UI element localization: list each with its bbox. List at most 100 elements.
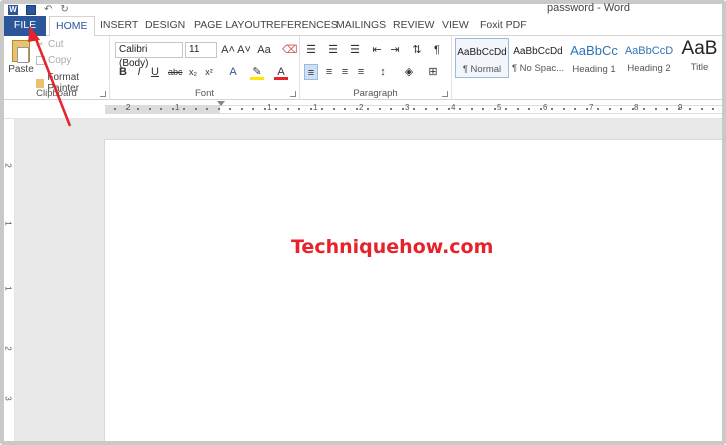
ruler-tick [562, 108, 565, 110]
save-icon[interactable] [26, 5, 36, 15]
font-name-box[interactable]: Calibri (Body) [115, 42, 183, 69]
ruler-tick [206, 108, 208, 110]
clipboard-group: Paste ✂ Cut Copy Format Painter Clipboar… [4, 36, 110, 100]
increase-indent-icon[interactable]: ⇥ [388, 42, 402, 58]
align-right-icon[interactable]: ≡ [338, 64, 352, 80]
clipboard-launcher-icon[interactable] [100, 91, 106, 97]
clipboard-icon [12, 40, 30, 63]
tab-review[interactable]: REVIEW [387, 16, 440, 36]
ruler-tick [309, 108, 312, 110]
vertical-ruler[interactable]: 2 1 1 2 3 [4, 119, 15, 441]
ruler-tick [171, 108, 174, 110]
borders-icon[interactable]: ⊞ [426, 64, 440, 80]
ruler-number: 5 [497, 103, 502, 112]
style-heading-2[interactable]: AaBbCcD Heading 2 [622, 38, 676, 78]
font-size-box[interactable]: 11 [185, 42, 217, 58]
ruler-tick [355, 108, 358, 110]
bold-icon[interactable]: B [116, 64, 130, 80]
indent-marker[interactable] [217, 101, 225, 106]
ruler-tick [263, 108, 266, 110]
tab-mailings[interactable]: MAILINGS [330, 16, 392, 36]
ruler-tick [413, 108, 415, 110]
tab-file[interactable]: FILE [4, 16, 46, 36]
ruler-tick [574, 108, 576, 110]
format-painter-icon [36, 78, 45, 88]
sort-icon[interactable]: ⇅ [410, 42, 424, 58]
style-name: ¶ No Spac... [511, 63, 565, 74]
ruler-tick [470, 108, 473, 110]
align-center-icon[interactable]: ≡ [322, 64, 336, 80]
ruler-tick [482, 108, 484, 110]
ruler-tick [700, 108, 703, 110]
change-case-icon[interactable]: Aa [257, 42, 271, 58]
horizontal-ruler[interactable]: 211123456789 [4, 101, 722, 119]
ruler-tick [401, 108, 404, 110]
ruler-tick [240, 108, 243, 110]
cut-button[interactable]: ✂ Cut [36, 39, 64, 50]
text-effects-icon[interactable]: A [226, 64, 240, 80]
show-formatting-icon[interactable]: ¶ [430, 42, 444, 58]
document-page[interactable]: Techniquehow.com [104, 139, 722, 441]
style-preview: AaBbCcD [624, 45, 674, 57]
shading-icon[interactable]: ◈ [402, 64, 416, 80]
ruler-number: 1 [313, 103, 318, 112]
align-left-icon[interactable]: ≡ [304, 64, 318, 80]
ruler-tick [712, 108, 714, 110]
superscript-icon[interactable]: x² [202, 64, 216, 80]
ruler-tick [125, 108, 128, 110]
grow-font-icon[interactable]: A˄ [221, 42, 235, 58]
decrease-indent-icon[interactable]: ⇤ [370, 42, 384, 58]
window-title: password - Word [547, 2, 630, 14]
paste-label: Paste [8, 64, 34, 75]
ruler-tick [516, 108, 519, 110]
ruler-tick [367, 108, 369, 110]
tab-insert[interactable]: INSERT [94, 16, 144, 36]
tab-view[interactable]: VIEW [436, 16, 475, 36]
vertical-ruler-number: 2 [3, 163, 13, 168]
style-preview: AaB [681, 38, 718, 59]
style-normal[interactable]: AaBbCcDd ¶ Normal [455, 38, 509, 78]
strikethrough-icon[interactable]: abc [168, 64, 183, 80]
tab-home[interactable]: HOME [49, 16, 95, 37]
underline-icon[interactable]: U [148, 64, 162, 80]
redo-icon[interactable]: ↻ [60, 5, 68, 15]
copy-label: Copy [48, 55, 72, 66]
font-launcher-icon[interactable] [290, 91, 296, 97]
clear-formatting-icon[interactable]: ⌫ [282, 42, 298, 58]
numbering-icon[interactable]: ☰ [326, 42, 340, 58]
paste-button[interactable]: Paste [8, 40, 34, 75]
undo-icon[interactable]: ↶ [44, 5, 52, 15]
shrink-font-icon[interactable]: A˅ [237, 42, 251, 58]
copy-button[interactable]: Copy [36, 55, 71, 66]
ribbon: Paste ✂ Cut Copy Format Painter Clipboar… [4, 36, 722, 100]
styles-gallery: AaBbCcDd ¶ Normal AaBbCcDd ¶ No Spac... … [455, 38, 722, 80]
tab-design[interactable]: DESIGN [139, 16, 191, 36]
ruler-tick [378, 108, 381, 110]
ruler-number: 1 [267, 103, 272, 112]
style-heading-1[interactable]: AaBbCc Heading 1 [567, 38, 621, 78]
font-color-icon[interactable]: A [274, 64, 288, 80]
style-name: Heading 2 [627, 63, 671, 74]
ruler-tick [436, 108, 438, 110]
vertical-ruler-number: 1 [3, 221, 13, 226]
ruler-tick [505, 108, 507, 110]
italic-icon[interactable]: I [132, 64, 146, 80]
ruler-tick [643, 108, 645, 110]
ruler-tick [298, 108, 300, 110]
style-no-spacing[interactable]: AaBbCcDd ¶ No Spac... [511, 38, 565, 78]
bullets-icon[interactable]: ☰ [304, 42, 318, 58]
multilevel-list-icon[interactable]: ☰ [348, 42, 362, 58]
line-spacing-icon[interactable]: ↕ [376, 64, 390, 80]
ruler-tick [390, 108, 392, 110]
style-title[interactable]: AaB Title [677, 38, 722, 78]
ruler-tick [252, 108, 254, 110]
style-name: ¶ Normal [462, 64, 502, 75]
vertical-ruler-number: 2 [3, 346, 13, 351]
subscript-icon[interactable]: x₂ [186, 64, 200, 80]
highlight-icon[interactable]: ✎ [250, 64, 264, 80]
paragraph-launcher-icon[interactable] [442, 91, 448, 97]
paragraph-group-label: Paragraph [353, 88, 398, 99]
style-preview: AaBbCcDd [513, 46, 563, 57]
justify-icon[interactable]: ≡ [354, 64, 368, 80]
tab-foxit-pdf[interactable]: Foxit PDF [474, 16, 533, 36]
